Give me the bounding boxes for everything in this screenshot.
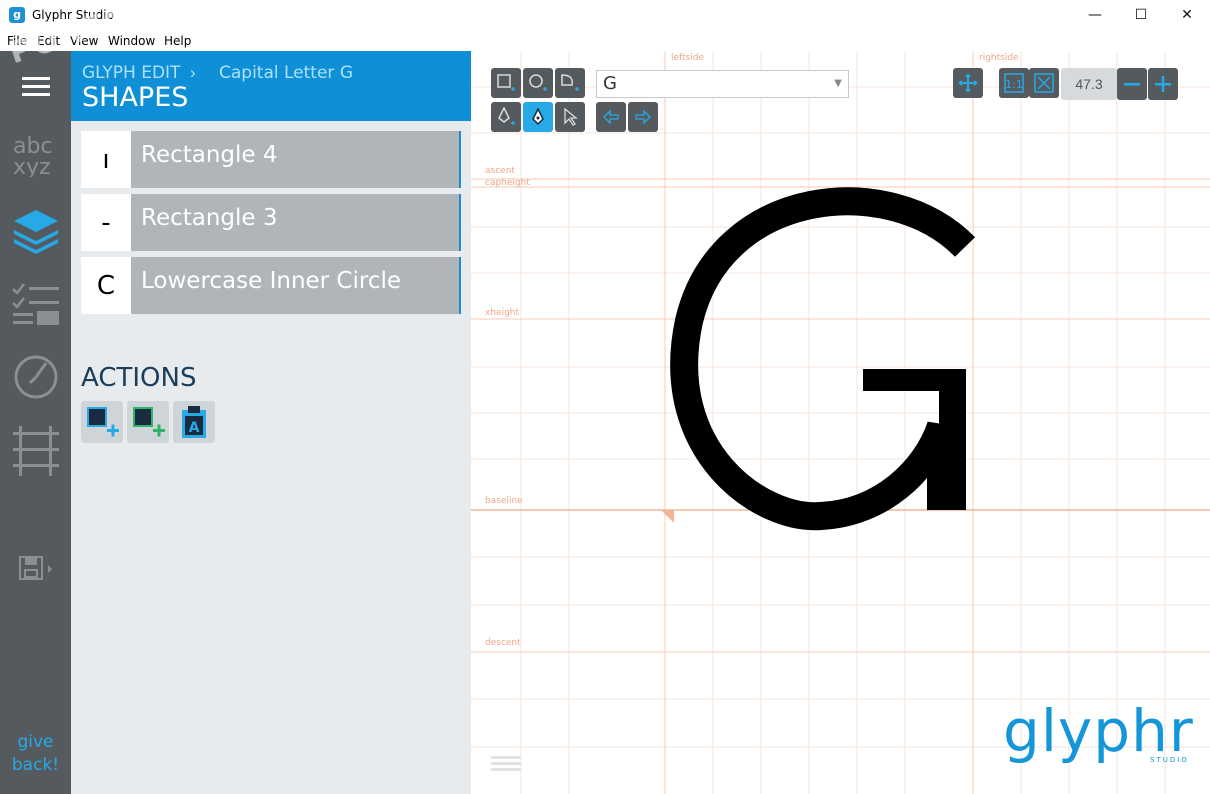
give-back-line1: give [17,732,54,752]
shape-row-lowercase-inner-circle[interactable]: C Lowercase Inner Circle [81,257,461,314]
kerning-grid-icon[interactable] [10,423,62,479]
shape-name: Rectangle 3 [131,194,461,251]
clipboard-icon: A [182,406,206,438]
paste-shape-button[interactable]: A [173,401,215,443]
next-glyph-button[interactable] [628,102,658,132]
menu-bar: File Edit View Window Help [0,31,1210,51]
add-component-button[interactable] [127,401,169,443]
glyphs-abc-icon[interactable]: abc xyz [10,131,62,179]
window-title: Glyphr Studio [32,8,114,22]
maximize-button[interactable]: ☐ [1118,0,1164,30]
minimize-button[interactable]: — [1072,0,1118,30]
panel-header: GLYPH EDIT › Capital Letter G SHAPES [71,51,471,121]
breadcrumb-separator: › [190,63,196,82]
actual-size-icon: 1:1 [1004,73,1024,93]
add-shape-icon [87,407,119,437]
minus-icon [1124,83,1140,86]
previous-glyph-button[interactable] [596,102,626,132]
menu-view[interactable]: View [70,34,98,48]
rectangle-icon [497,74,515,91]
pen-icon [532,107,544,126]
actions-title: ACTIONS [81,363,197,393]
plus-icon [1155,76,1171,92]
guide-label-xheight: xheight [485,308,520,318]
edit-canvas[interactable]: leftside rightside ascent capheight xhei… [471,51,1210,794]
shapes-panel: GLYPH EDIT › Capital Letter G SHAPES ı R… [71,51,471,794]
pointer-tool[interactable] [555,102,585,132]
shape-thumbnail: ı [81,131,131,188]
close-button[interactable]: ✕ [1164,0,1210,30]
pen-plus-icon [498,107,515,125]
pan-tool[interactable] [953,68,983,98]
new-path-tool[interactable] [555,68,585,98]
guide-label-capheight: capheight [485,178,530,188]
guide-label-leftside: leftside [671,53,705,63]
shape-thumbnail: C [81,257,131,314]
glyph-select[interactable]: G ▼ [596,70,849,98]
glyphr-logo-sub: STUDIO [1150,756,1189,764]
move-arrows-icon [958,73,978,93]
guide-label-baseline: baseline [485,496,523,506]
guide-label-ascent: ascent [485,166,515,176]
arrow-right-icon [635,109,651,125]
shape-name: Rectangle 4 [131,131,461,188]
zoom-one-to-one-button[interactable]: 1:1 [999,68,1029,98]
zoom-fit-button[interactable] [1029,68,1059,98]
breadcrumb-glyph-name: Capital Letter G [219,63,353,83]
path-icon [561,74,579,91]
fit-screen-icon [1034,73,1054,93]
menu-window[interactable]: Window [108,34,155,48]
add-point-tool[interactable] [491,102,521,132]
menu-help[interactable]: Help [164,34,191,48]
shape-row-rectangle-3[interactable]: - Rectangle 3 [81,194,461,251]
zoom-in-button[interactable] [1148,68,1178,100]
pen-tool[interactable] [523,102,553,132]
guide-label-descent: descent [485,638,521,648]
menu-file[interactable]: File [7,34,27,48]
add-component-icon [133,407,165,437]
shape-row-rectangle-4[interactable]: ı Rectangle 4 [81,131,461,188]
grid-guides [471,51,1210,794]
arrow-left-icon [603,109,619,125]
glyphr-logo: glyphr [1003,697,1194,765]
zoom-level: 47.3 [1061,68,1117,100]
left-nav: abc xyz give back! [0,51,71,794]
add-shape-button[interactable] [81,401,123,443]
menu-edit[interactable]: Edit [37,34,60,48]
oval-icon [529,74,547,91]
glyph-select-value: G [603,73,617,94]
svg-text:xyz: xyz [13,155,51,177]
shape-name: Lowercase Inner Circle [131,257,461,314]
arrow-pointer-icon [564,107,578,126]
guide-label-rightside: rightside [979,53,1019,63]
guides-dial-icon[interactable] [10,351,62,403]
attributes-icon[interactable] [10,279,62,329]
breadcrumb-glyph-edit[interactable]: GLYPH EDIT [82,63,180,83]
new-rectangle-tool[interactable] [491,68,521,98]
shape-thumbnail: - [81,194,131,251]
svg-text:1:1: 1:1 [1005,78,1023,91]
svg-text:A: A [189,420,200,436]
app-icon: g [9,7,25,23]
hamburger-menu-icon[interactable] [10,71,62,103]
layers-icon[interactable] [10,203,62,257]
save-icon[interactable] [10,553,62,585]
give-back-line2: back! [11,755,60,775]
chevron-down-icon: ▼ [834,78,842,89]
zoom-out-button[interactable] [1117,68,1147,100]
title-bar: g Glyphr Studio — ☐ ✕ [0,0,1210,30]
panel-title: SHAPES [82,82,189,113]
new-oval-tool[interactable] [523,68,553,98]
